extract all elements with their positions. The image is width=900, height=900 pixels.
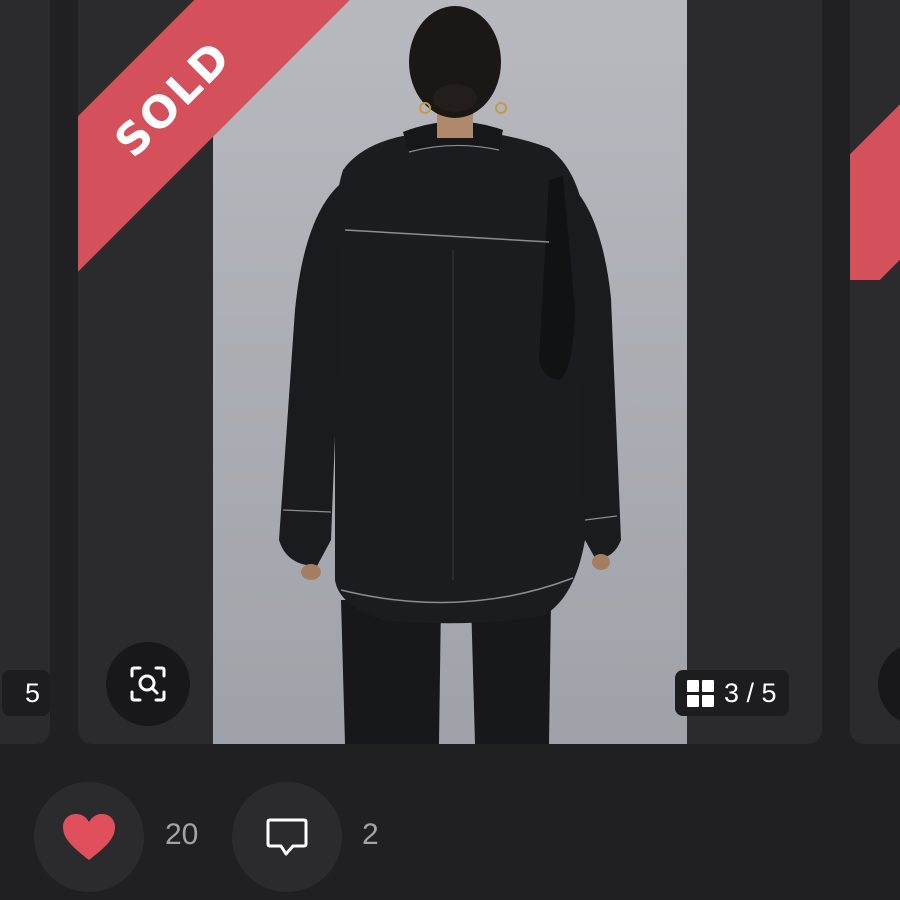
sold-ribbon-next-band: S bbox=[850, 0, 900, 280]
action-bar: 20 2 bbox=[0, 744, 900, 900]
heart-icon bbox=[63, 814, 115, 860]
carousel-card-next[interactable]: S bbox=[850, 0, 900, 744]
image-carousel[interactable]: 5 SOLD 3 / 5 bbox=[0, 0, 900, 744]
image-counter-previous-text: 5 bbox=[24, 677, 40, 708]
sold-ribbon-next: S bbox=[850, 0, 900, 280]
like-count: 20 bbox=[165, 818, 199, 851]
zoom-button-next[interactable] bbox=[878, 642, 900, 726]
listing-view: 5 SOLD 3 / 5 20 2 bbox=[0, 0, 900, 900]
image-counter-text: 3 / 5 bbox=[724, 677, 777, 708]
comment-count: 2 bbox=[362, 818, 379, 851]
grid-icon bbox=[687, 679, 714, 707]
like-button[interactable] bbox=[34, 782, 144, 892]
speech-bubble-icon bbox=[266, 818, 308, 856]
product-photo-illustration bbox=[213, 0, 687, 744]
carousel-card-current[interactable]: SOLD 3 / 5 bbox=[78, 0, 822, 744]
comment-button[interactable] bbox=[232, 782, 342, 892]
carousel-card-previous[interactable]: 5 bbox=[0, 0, 50, 744]
image-counter[interactable]: 3 / 5 bbox=[675, 670, 789, 716]
image-counter-previous: 5 bbox=[2, 670, 50, 716]
zoom-scan-icon bbox=[130, 666, 166, 702]
product-photo[interactable] bbox=[213, 0, 687, 744]
zoom-button[interactable] bbox=[106, 642, 190, 726]
